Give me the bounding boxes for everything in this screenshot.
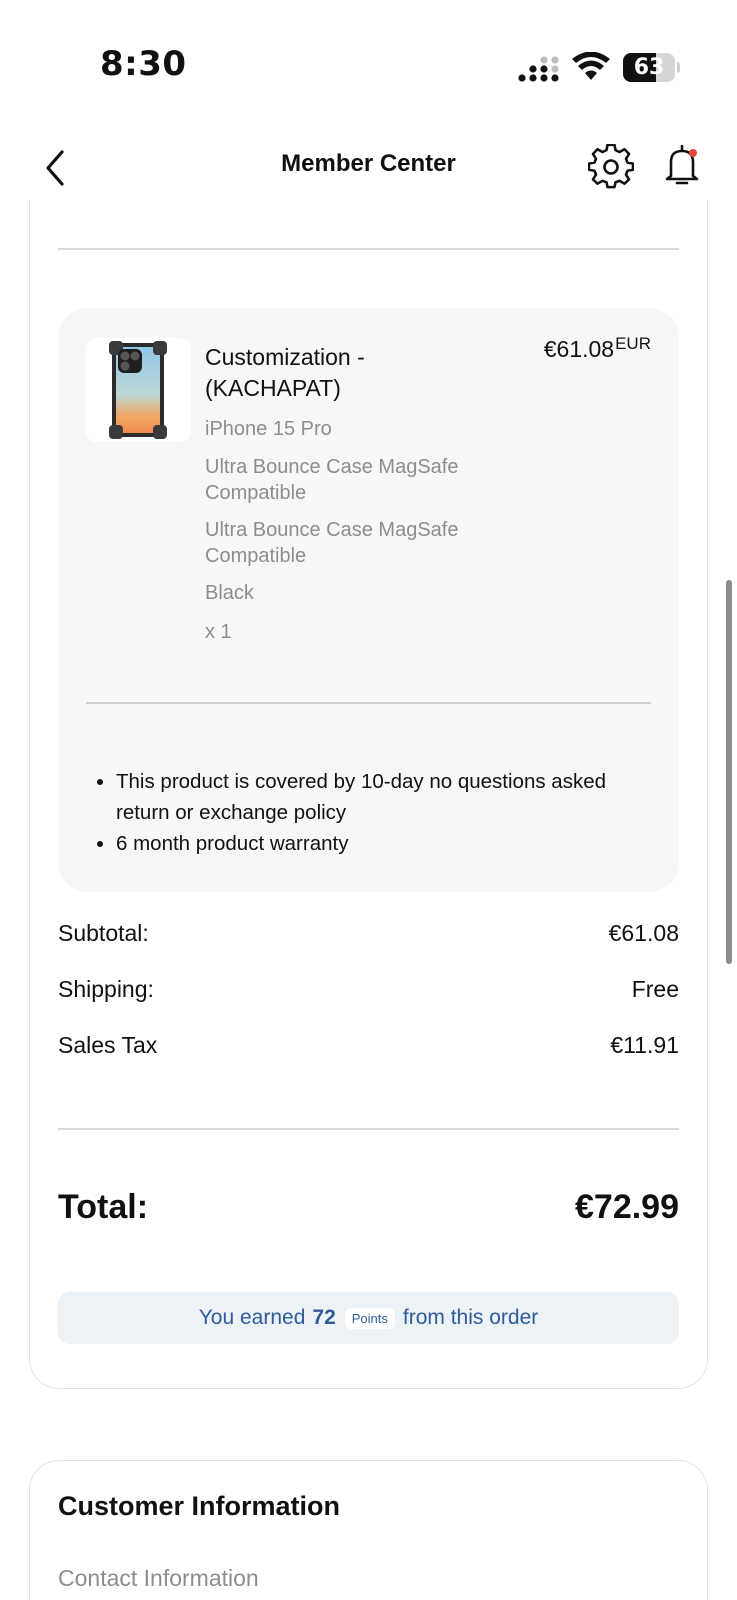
tax-label: Sales Tax [58, 1032, 158, 1058]
points-amount: 72 [312, 1306, 336, 1329]
divider [58, 1128, 679, 1130]
scrollbar[interactable] [726, 580, 732, 964]
points-suffix: from this order [402, 1306, 539, 1329]
policy-list: This product is covered by 10-day no que… [116, 766, 656, 859]
list-item: This product is covered by 10-day no que… [116, 766, 656, 828]
order-item: Customization - (KACHAPAT) €61.08EUR iPh… [58, 308, 679, 892]
order-card: Customization - (KACHAPAT) €61.08EUR iPh… [29, 200, 708, 1389]
signal-icon [518, 56, 559, 82]
gear-icon[interactable] [588, 144, 634, 190]
product-model: iPhone 15 Pro [205, 418, 332, 440]
divider [58, 248, 679, 250]
product-title[interactable]: Customization - (KACHAPAT) [205, 342, 505, 404]
status-bar: 8:30 63 [0, 0, 737, 120]
tax-row: Sales Tax €11.91 [58, 1032, 679, 1064]
shipping-row: Shipping: Free [58, 976, 679, 1008]
points-banner: You earned 72 Points from this order [58, 1292, 679, 1344]
battery-level: 63 [633, 55, 665, 80]
points-prefix: You earned [198, 1306, 306, 1329]
product-price: €61.08EUR [543, 334, 651, 362]
shipping-value: Free [631, 976, 679, 1002]
subtotal-value: €61.08 [608, 920, 679, 946]
total-label: Total: [58, 1188, 149, 1226]
product-variant-2: Ultra Bounce Case MagSafe Compatible [205, 519, 459, 567]
status-time: 8:30 [100, 44, 187, 84]
total-value: €72.99 [575, 1188, 679, 1226]
divider [86, 702, 651, 704]
shipping-label: Shipping: [58, 976, 154, 1002]
phone-case-image [109, 341, 167, 439]
points-badge: Points [344, 1307, 395, 1329]
product-color: Black [205, 582, 254, 604]
battery-icon: 63 [623, 53, 680, 82]
customer-card: Customer Information Contact Information [29, 1460, 708, 1600]
bell-icon[interactable] [662, 142, 702, 190]
product-quantity: x 1 [205, 621, 232, 643]
product-variant: Ultra Bounce Case MagSafe Compatible [205, 456, 459, 504]
subtotal-label: Subtotal: [58, 920, 149, 946]
product-thumbnail[interactable] [86, 338, 191, 442]
subtotal-row: Subtotal: €61.08 [58, 920, 679, 952]
wifi-icon [572, 52, 610, 80]
total-row: Total: €72.99 [58, 1188, 679, 1238]
section-title: Customer Information [58, 1491, 341, 1521]
tax-value: €11.91 [610, 1032, 679, 1058]
contact-label: Contact Information [58, 1565, 259, 1591]
list-item: 6 month product warranty [116, 828, 656, 859]
